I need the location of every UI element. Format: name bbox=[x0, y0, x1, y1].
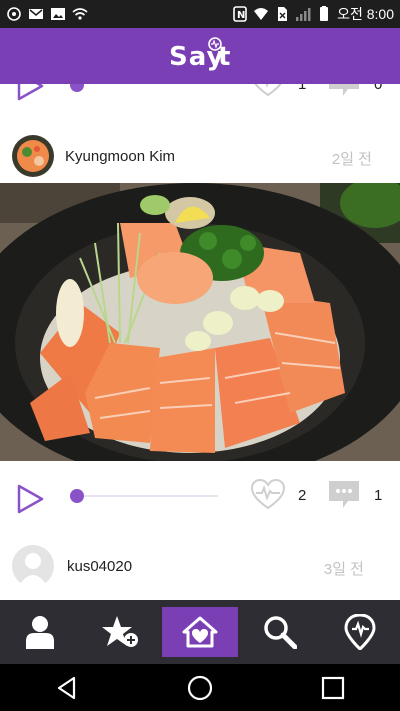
comment-count: 0 bbox=[374, 84, 383, 93]
system-nav-bar bbox=[0, 664, 400, 711]
feed-list[interactable]: 1 0 Kyungmoon Kim 2일 전 2 1 kus04020 3일 전 bbox=[0, 84, 400, 600]
post-username[interactable]: kus04020 bbox=[67, 558, 132, 575]
food-avatar-image bbox=[12, 135, 54, 177]
signal-icon bbox=[296, 8, 311, 21]
post-action-row: 2 1 bbox=[0, 469, 400, 525]
audio-progress-track[interactable] bbox=[78, 495, 218, 497]
post-time: 3일 전 bbox=[323, 561, 364, 578]
avatar[interactable] bbox=[12, 135, 54, 177]
nfc-icon: N bbox=[233, 6, 247, 22]
nav-home-active-bg bbox=[162, 607, 238, 657]
play-icon[interactable] bbox=[14, 483, 46, 515]
back-triangle-icon bbox=[57, 676, 75, 699]
system-recents-button[interactable] bbox=[303, 668, 363, 708]
status-right-icons: N 오전 8:00 bbox=[232, 4, 394, 24]
nav-home[interactable] bbox=[160, 600, 240, 664]
sayit-logo: Say t bbox=[169, 35, 231, 78]
svg-text:N: N bbox=[237, 10, 245, 21]
heartbeat-location-icon bbox=[344, 614, 376, 650]
system-back-button[interactable] bbox=[37, 668, 97, 708]
comment-icon[interactable] bbox=[328, 480, 360, 510]
audio-progress-handle[interactable] bbox=[70, 84, 84, 92]
gmail-icon bbox=[29, 9, 43, 19]
status-bar: N 오전 8:00 bbox=[0, 0, 400, 28]
home-circle-icon bbox=[187, 675, 213, 700]
play-icon[interactable] bbox=[14, 84, 46, 102]
salmon-rice-bowl-photo bbox=[0, 183, 400, 461]
nav-profile[interactable] bbox=[0, 600, 80, 664]
like-count: 2 bbox=[298, 487, 307, 504]
home-heart-icon bbox=[182, 616, 218, 648]
clock-text: 오전 8:00 bbox=[337, 6, 394, 22]
nav-sayit[interactable] bbox=[320, 600, 400, 664]
star-plus-icon bbox=[102, 616, 138, 647]
svg-text:t: t bbox=[218, 42, 231, 71]
post-time: 2일 전 bbox=[331, 151, 372, 168]
recents-square-icon bbox=[322, 676, 345, 699]
comment-count: 1 bbox=[374, 487, 383, 504]
sayit-logo-mark: Say t bbox=[169, 36, 231, 72]
location-search-icon bbox=[7, 7, 21, 21]
post-header[interactable]: Kyungmoon Kim 2일 전 bbox=[0, 126, 400, 186]
battery-icon bbox=[320, 6, 329, 21]
avatar[interactable] bbox=[12, 545, 54, 587]
search-icon bbox=[264, 616, 297, 649]
status-left-icons bbox=[6, 6, 88, 22]
default-avatar-icon bbox=[12, 545, 54, 587]
post-image[interactable] bbox=[0, 183, 400, 461]
post-header[interactable]: kus04020 3일 전 bbox=[0, 537, 400, 597]
image-icon bbox=[51, 8, 65, 20]
app-header: Say t bbox=[0, 28, 400, 84]
comment-icon[interactable] bbox=[328, 84, 360, 98]
nav-search[interactable] bbox=[240, 600, 320, 664]
nav-favorites[interactable] bbox=[80, 600, 160, 664]
wifi-call-icon bbox=[72, 8, 88, 20]
no-sim-icon bbox=[278, 7, 288, 21]
heartbeat-like-icon[interactable] bbox=[250, 479, 286, 511]
wifi-icon bbox=[254, 8, 269, 20]
system-home-button[interactable] bbox=[170, 668, 230, 708]
audio-progress-handle[interactable] bbox=[70, 489, 84, 503]
heartbeat-like-icon[interactable] bbox=[250, 84, 286, 98]
bottom-nav bbox=[0, 600, 400, 664]
like-count: 1 bbox=[298, 84, 307, 93]
post-username[interactable]: Kyungmoon Kim bbox=[65, 148, 175, 165]
post-action-row-previous: 1 0 bbox=[0, 84, 400, 112]
person-icon bbox=[26, 616, 54, 649]
